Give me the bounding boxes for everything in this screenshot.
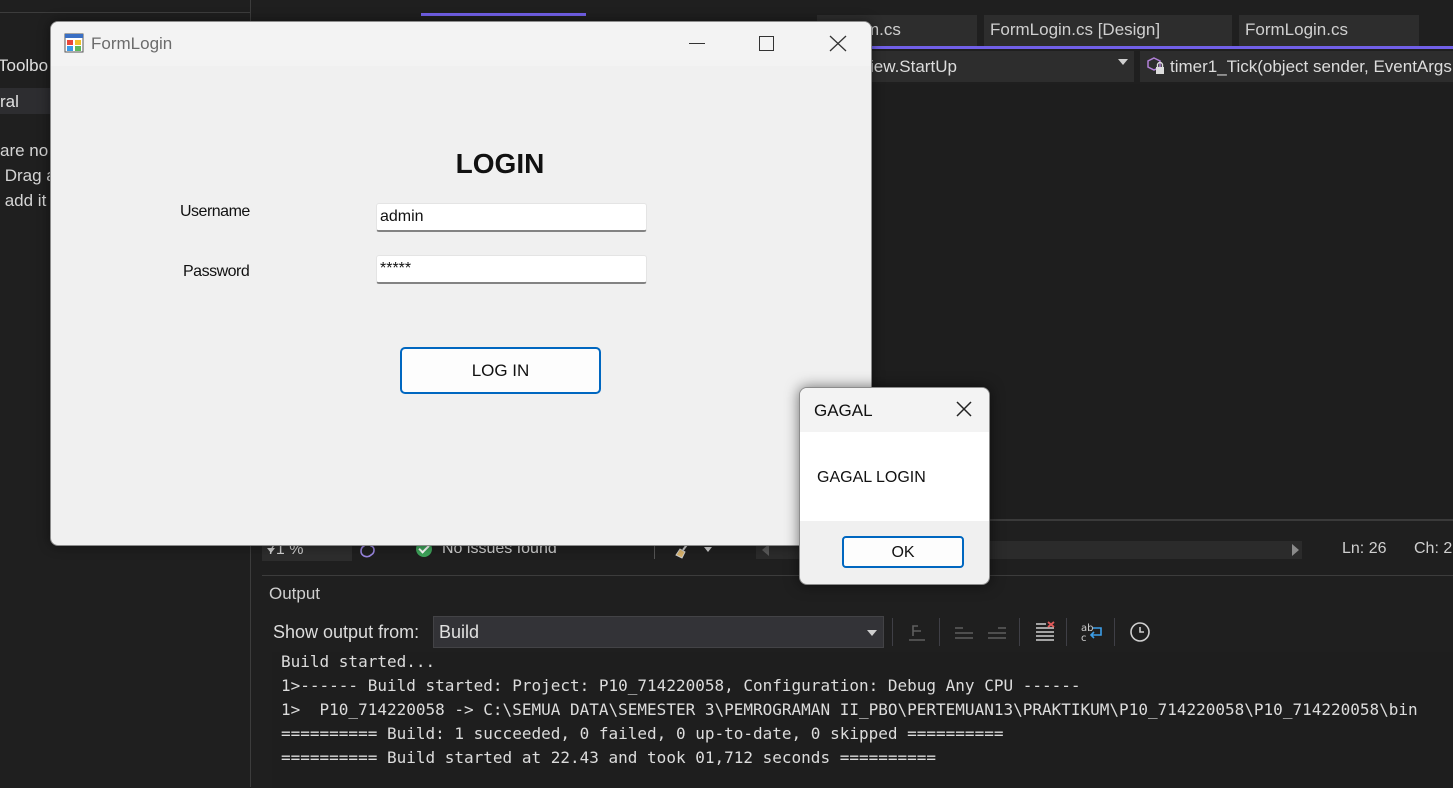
winforms-app-icon bbox=[64, 33, 84, 53]
output-text-area[interactable]: Build started... 1>------ Build started:… bbox=[272, 652, 1453, 788]
clock-timestamp-icon[interactable] bbox=[1128, 620, 1152, 644]
login-button-label: LOG IN bbox=[471, 361, 530, 380]
message-box-body: GAGAL LOGIN bbox=[800, 432, 989, 521]
chevron-down-icon bbox=[867, 630, 877, 636]
ok-button-label: OK bbox=[891, 544, 915, 561]
password-input[interactable] bbox=[376, 255, 647, 284]
svg-text:c: c bbox=[1081, 633, 1087, 644]
tab-formlogin-code[interactable]: FormLogin.cs bbox=[1239, 15, 1419, 46]
active-tab-indicator bbox=[421, 13, 586, 16]
class-selector-value: iew.StartUp bbox=[870, 57, 957, 76]
formlogin-title: FormLogin bbox=[91, 34, 173, 53]
message-box-text: GAGAL LOGIN bbox=[817, 469, 926, 486]
username-label: Username bbox=[180, 203, 250, 220]
word-wrap-icon[interactable]: ab c bbox=[1080, 620, 1104, 644]
maximize-button[interactable] bbox=[743, 22, 789, 66]
output-line: 1>------ Build started: Project: P10_714… bbox=[281, 676, 1081, 695]
close-icon bbox=[956, 401, 972, 417]
close-icon bbox=[829, 35, 847, 52]
toolbar-separator bbox=[1114, 618, 1115, 646]
panel-divider bbox=[0, 12, 250, 13]
previous-message-icon[interactable] bbox=[952, 620, 976, 644]
toolbar-separator bbox=[1019, 618, 1020, 646]
toolbox-msg-line-3: add it bbox=[0, 191, 47, 210]
output-panel-title: Output bbox=[269, 584, 321, 603]
ok-button[interactable]: OK bbox=[842, 536, 964, 568]
output-line: ========== Build: 1 succeeded, 0 failed,… bbox=[281, 724, 1004, 743]
code-navigation-bar: iew.StartUp timer1_Tick(object sender, E… bbox=[862, 51, 1453, 82]
find-message-in-code-icon[interactable] bbox=[905, 620, 929, 644]
message-box-title: GAGAL bbox=[814, 401, 873, 420]
method-cube-icon bbox=[1147, 57, 1164, 74]
output-source-label: Show output from: bbox=[273, 622, 420, 642]
minimize-button[interactable] bbox=[679, 22, 725, 66]
output-source-dropdown[interactable]: Build bbox=[433, 616, 884, 648]
line-indicator[interactable]: Ln: 26 bbox=[1342, 540, 1386, 558]
output-line: 1> P10_714220058 -> C:\SEMUA DATA\SEMEST… bbox=[281, 700, 1418, 719]
message-box-titlebar[interactable]: GAGAL bbox=[800, 388, 989, 432]
toolbox-empty-message: are no Drag a add it bbox=[0, 138, 56, 213]
username-input[interactable] bbox=[376, 203, 647, 232]
password-label: Password bbox=[183, 263, 250, 280]
tabstrip-accent-line bbox=[811, 46, 1453, 49]
output-panel: Output Show output from: Build ab c Buil… bbox=[262, 575, 1453, 788]
class-selector-dropdown[interactable]: iew.StartUp bbox=[862, 51, 1134, 82]
toolbox-msg-line-2: Drag a bbox=[0, 166, 56, 185]
login-heading: LOGIN bbox=[455, 148, 545, 179]
output-line: Build started... bbox=[281, 652, 436, 671]
clear-all-icon[interactable] bbox=[1033, 620, 1057, 644]
output-line: ========== Build started at 22.43 and to… bbox=[281, 748, 937, 767]
chevron-down-icon bbox=[267, 548, 275, 553]
tab-formlogin-code-label: FormLogin.cs bbox=[1245, 20, 1348, 39]
next-message-icon[interactable] bbox=[985, 620, 1009, 644]
output-source-value: Build bbox=[439, 622, 480, 642]
close-button[interactable] bbox=[817, 22, 863, 66]
tab-formlogin-design-label: FormLogin.cs [Design] bbox=[990, 20, 1161, 39]
toolbar-separator bbox=[892, 618, 893, 646]
formlogin-window: FormLogin LOGIN Username Password LOG IN bbox=[50, 21, 872, 546]
member-selector-value: timer1_Tick(object sender, EventArgs e) bbox=[1170, 57, 1453, 76]
char-indicator[interactable]: Ch: 2 bbox=[1414, 540, 1452, 558]
chevron-down-icon bbox=[1118, 59, 1128, 65]
login-button[interactable]: LOG IN bbox=[400, 347, 601, 394]
toolbox-title[interactable]: Toolbo bbox=[0, 56, 48, 76]
member-selector-dropdown[interactable]: timer1_Tick(object sender, EventArgs e) bbox=[1140, 51, 1453, 82]
scroll-right-arrow-icon[interactable] bbox=[1292, 544, 1299, 556]
gagal-message-box: GAGAL GAGAL LOGIN OK bbox=[799, 387, 990, 585]
toolbar-separator bbox=[939, 618, 940, 646]
toolbox-msg-line-1: are no bbox=[0, 141, 49, 160]
toolbox-general-label: ral bbox=[0, 92, 19, 111]
chevron-down-icon[interactable] bbox=[704, 547, 712, 552]
formlogin-titlebar[interactable]: FormLogin bbox=[51, 22, 871, 66]
toolbar-separator bbox=[1066, 618, 1067, 646]
message-box-close-button[interactable] bbox=[950, 396, 978, 424]
tab-formlogin-design[interactable]: FormLogin.cs [Design] bbox=[984, 15, 1232, 46]
